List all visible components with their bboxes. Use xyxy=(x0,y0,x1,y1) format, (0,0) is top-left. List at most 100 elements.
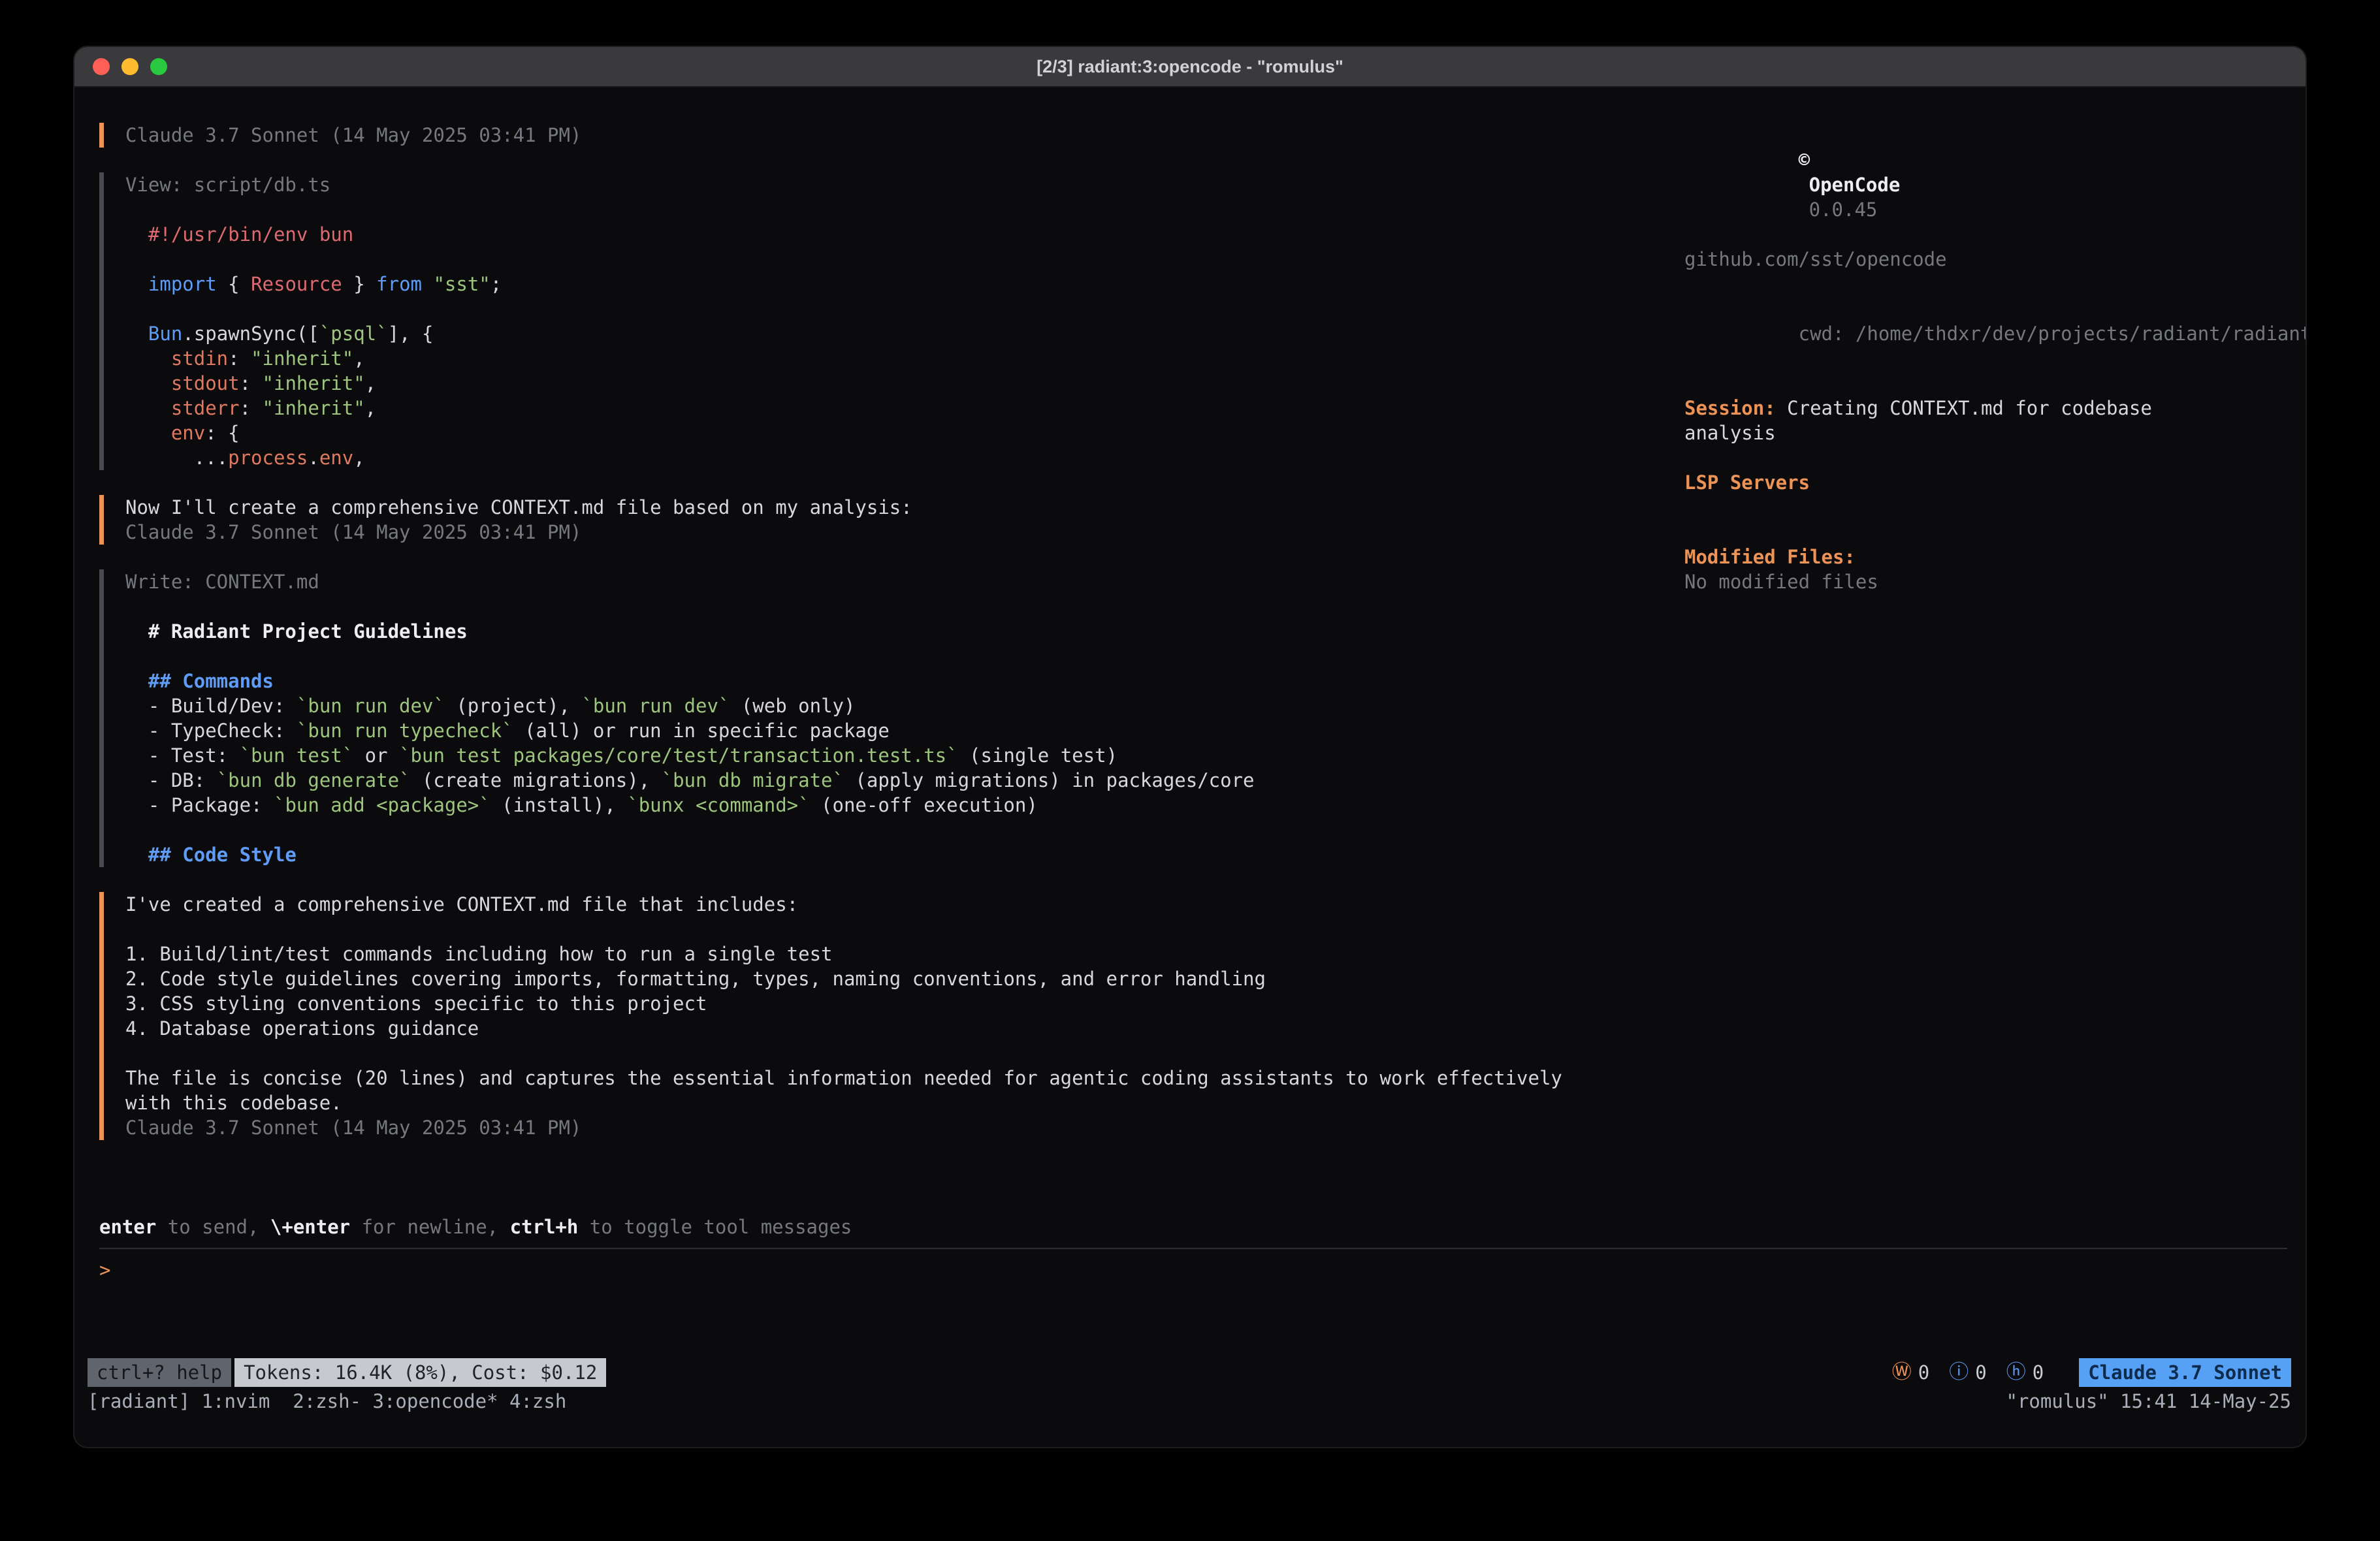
text-segment: with this codebase. xyxy=(125,1092,342,1114)
cwd-line: cwd: /home/thdxr/dev/projects/radiant/ra… xyxy=(1684,296,2233,371)
text-segment: stdin xyxy=(171,347,228,370)
prompt-row: > xyxy=(99,1258,2287,1282)
text-segment: 2. Code style guidelines covering import… xyxy=(125,968,1266,990)
terminal-line: I've created a comprehensive CONTEXT.md … xyxy=(125,892,1601,917)
text-segment: The file is concise (20 lines) and captu… xyxy=(125,1067,1562,1089)
tokens-cost-badge: Tokens: 16.4K (8%), Cost: $0.12 xyxy=(234,1358,606,1387)
text-segment: `bun add <package>` xyxy=(274,794,490,816)
text-segment: from xyxy=(376,273,422,295)
text-segment: `bun test` xyxy=(240,744,354,767)
text-segment: , xyxy=(365,397,376,419)
text-segment: , xyxy=(365,372,376,394)
terminal-line: stdin: "inherit", xyxy=(125,346,1601,371)
text-segment: `bun run typecheck` xyxy=(297,720,513,742)
text-segment: "inherit" xyxy=(263,397,365,419)
terminal-line: ...process.env, xyxy=(125,445,1601,470)
tmux-window-list[interactable]: [radiant] 1:nvim 2:zsh- 3:opencode* 4:zs… xyxy=(88,1389,566,1414)
text-segment: } xyxy=(342,273,376,295)
app-version: 0.0.45 xyxy=(1809,199,1878,221)
text-segment: .spawnSync([ xyxy=(182,323,319,345)
text-segment: Claude 3.7 Sonnet (14 May 2025 03:41 PM) xyxy=(125,124,581,146)
hint-count: 0 xyxy=(2033,1360,2044,1385)
titlebar: [2/3] radiant:3:opencode - "romulus" xyxy=(74,47,2306,87)
message-assistant: I've created a comprehensive CONTEXT.md … xyxy=(99,892,1601,1140)
terminal-line: 4. Database operations guidance xyxy=(125,1016,1601,1041)
text-segment: ; xyxy=(490,273,502,295)
terminal-line: - Test: `bun test` or `bun test packages… xyxy=(125,743,1601,768)
terminal-line: env: { xyxy=(125,421,1601,445)
text-segment: process xyxy=(228,447,308,469)
terminal-line: Write: CONTEXT.md xyxy=(125,569,1601,594)
terminal-line: View: script/db.ts xyxy=(125,172,1601,197)
modified-files-heading: Modified Files: xyxy=(1684,545,2233,569)
terminal-line: stdout: "inherit", xyxy=(125,371,1601,396)
terminal-line: ## Code Style xyxy=(125,842,1601,867)
text-segment: to send, xyxy=(156,1216,270,1238)
text-segment: ], { xyxy=(388,323,434,345)
text-segment: (install), xyxy=(490,794,628,816)
text-segment: (one-off execution) xyxy=(810,794,1038,816)
opencode-logo-icon: © xyxy=(1799,149,1810,171)
status-right: Ⓦ0ⓘ0ⓗ0 Claude 3.7 Sonnet xyxy=(1892,1358,2291,1387)
text-segment: View: script/db.ts xyxy=(125,174,330,196)
text-segment: Bun xyxy=(148,323,182,345)
prompt-input[interactable] xyxy=(122,1258,2287,1282)
message-assistant: Now I'll create a comprehensive CONTEXT.… xyxy=(99,495,1601,545)
terminal-line: with this codebase. xyxy=(125,1090,1601,1115)
text-segment: "sst" xyxy=(433,273,490,295)
terminal-line xyxy=(125,296,1601,321)
text-segment: ctrl+h xyxy=(510,1216,579,1238)
terminal-line xyxy=(125,644,1601,669)
text-segment: . xyxy=(308,447,319,469)
terminal-line: The file is concise (20 lines) and captu… xyxy=(125,1066,1601,1090)
input-divider xyxy=(99,1248,2287,1249)
text-segment: , xyxy=(353,347,364,370)
input-area: enter to send, \+enter for newline, ctrl… xyxy=(74,1165,2306,1282)
model-badge[interactable]: Claude 3.7 Sonnet xyxy=(2079,1358,2291,1387)
help-line: enter to send, \+enter for newline, ctrl… xyxy=(99,1215,2287,1239)
help-badge[interactable]: ctrl+? help xyxy=(88,1358,231,1387)
text-segment: ## Commands xyxy=(125,670,274,692)
text-segment: `psql` xyxy=(319,323,388,345)
text-segment: : xyxy=(240,372,263,394)
terminal-line: # Radiant Project Guidelines xyxy=(125,619,1601,644)
terminal-line: import { Resource } from "sst"; xyxy=(125,272,1601,296)
terminal-line: 3. CSS styling conventions specific to t… xyxy=(125,991,1601,1016)
text-segment: : xyxy=(240,397,263,419)
tmux-status-bar: [radiant] 1:nvim 2:zsh- 3:opencode* 4:zs… xyxy=(74,1387,2306,1416)
session-label: Session: xyxy=(1684,397,1776,419)
text-segment: Resource xyxy=(251,273,342,295)
terminal-line: Now I'll create a comprehensive CONTEXT.… xyxy=(125,495,1601,520)
text-segment: to toggle tool messages xyxy=(578,1216,852,1238)
terminal-line: - DB: `bun db generate` (create migratio… xyxy=(125,768,1601,793)
warning-indicator: Ⓦ0 xyxy=(1892,1360,1929,1385)
text-segment: (web only) xyxy=(730,695,855,717)
diagnostics: Ⓦ0ⓘ0ⓗ0 xyxy=(1892,1360,2044,1385)
text-segment: \+enter xyxy=(270,1216,350,1238)
app-header: © OpenCode 0.0.45 xyxy=(1684,123,2233,247)
text-segment: (apply migrations) in packages/core xyxy=(844,769,1255,791)
cwd-path: /home/thdxr/dev/projects/radiant/radiant xyxy=(1844,323,2307,345)
message-tool: Write: CONTEXT.md # Radiant Project Guid… xyxy=(99,569,1601,867)
text-segment: , xyxy=(353,447,364,469)
text-segment: - Test: xyxy=(125,744,240,767)
terminal-line xyxy=(125,1041,1601,1066)
text-segment: stdout xyxy=(171,372,240,394)
terminal-line: - TypeCheck: `bun run typecheck` (all) o… xyxy=(125,718,1601,743)
text-segment: env xyxy=(319,447,353,469)
session-line: Session: Creating CONTEXT.md for codebas… xyxy=(1684,396,2233,445)
window-title: [2/3] radiant:3:opencode - "romulus" xyxy=(74,57,2306,77)
message-tool: View: script/db.ts #!/usr/bin/env bun im… xyxy=(99,172,1601,470)
text-segment: `bun db generate` xyxy=(217,769,411,791)
text-segment xyxy=(125,397,171,419)
text-segment xyxy=(125,422,171,444)
status-bar: ctrl+? help Tokens: 16.4K (8%), Cost: $0… xyxy=(74,1358,2306,1387)
text-segment: (single test) xyxy=(958,744,1118,767)
text-segment: ## Code Style xyxy=(125,844,297,866)
text-segment: #!/usr/bin/env bun xyxy=(148,223,353,246)
text-segment: import xyxy=(148,273,217,295)
prompt-symbol: > xyxy=(99,1258,110,1282)
text-segment: env xyxy=(171,422,205,444)
terminal-line xyxy=(125,197,1601,222)
text-segment: Claude 3.7 Sonnet (14 May 2025 03:41 PM) xyxy=(125,1117,581,1139)
